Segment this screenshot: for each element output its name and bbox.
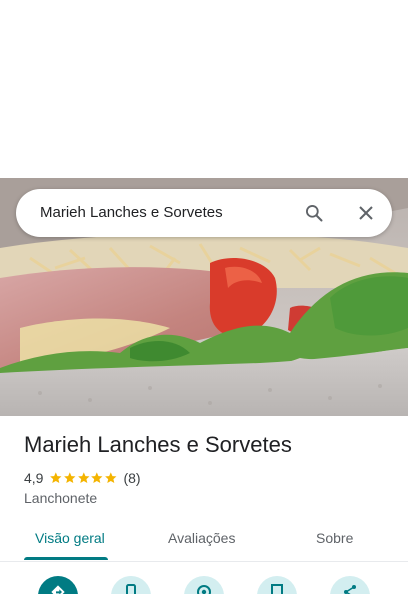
call-button[interactable] xyxy=(111,576,151,594)
review-count[interactable]: (8) xyxy=(123,470,140,486)
tab-reviews[interactable]: Avaliações xyxy=(168,530,235,546)
search-input[interactable]: Marieh Lanches e Sorvetes xyxy=(40,189,223,237)
star-icon xyxy=(50,472,62,484)
close-icon[interactable] xyxy=(354,201,378,225)
directions-icon xyxy=(51,585,65,594)
search-bar[interactable]: Marieh Lanches e Sorvetes xyxy=(16,189,392,237)
star-icon xyxy=(91,472,103,484)
rating-value: 4,9 xyxy=(24,470,44,486)
nearby-button[interactable] xyxy=(184,576,224,594)
place-category: Lanchonete xyxy=(24,490,98,506)
star-icon xyxy=(104,472,117,484)
location-icon xyxy=(197,585,211,594)
active-tab-indicator xyxy=(24,557,108,560)
tab-about[interactable]: Sobre xyxy=(316,530,353,546)
share-button[interactable] xyxy=(330,576,370,594)
search-icon[interactable] xyxy=(302,201,326,225)
save-icon xyxy=(271,584,283,594)
place-name: Marieh Lanches e Sorvetes xyxy=(24,432,292,457)
star-rating xyxy=(49,471,117,485)
rating-row[interactable]: 4,9 (8) xyxy=(24,469,141,487)
tab-bar: Visão geral Avaliações Sobre xyxy=(0,520,408,562)
action-buttons xyxy=(0,562,408,594)
share-icon xyxy=(344,585,356,594)
star-icon xyxy=(77,472,90,484)
star-icon xyxy=(64,472,76,484)
save-button[interactable] xyxy=(257,576,297,594)
directions-button[interactable] xyxy=(38,576,78,594)
phone-icon xyxy=(126,584,136,594)
tab-overview[interactable]: Visão geral xyxy=(35,530,105,546)
